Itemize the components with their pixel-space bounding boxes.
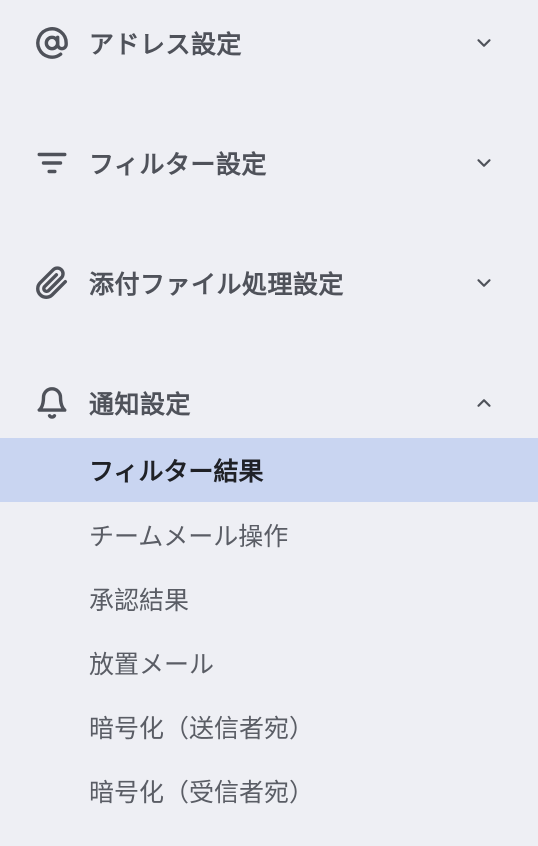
section-filter-settings[interactable]: フィルター設定 — [0, 133, 538, 193]
nav-item-filter-results[interactable]: フィルター結果 — [0, 438, 538, 502]
section-label: フィルター設定 — [89, 150, 268, 179]
nav-item-encryption-recipient[interactable]: 暗号化（受信者宛） — [0, 759, 538, 823]
bell-icon — [34, 385, 70, 421]
chevron-up-icon — [470, 389, 498, 417]
chevron-down-icon — [470, 269, 498, 297]
at-sign-icon — [34, 25, 70, 61]
nav-item-encryption-sender[interactable]: 暗号化（送信者宛） — [0, 695, 538, 759]
nav-item-approval-results[interactable]: 承認結果 — [0, 567, 538, 631]
section-label: 添付ファイル処理設定 — [89, 270, 345, 299]
paperclip-icon — [34, 265, 70, 301]
section-address-settings[interactable]: アドレス設定 — [0, 13, 538, 73]
nav-item-neglected-mail[interactable]: 放置メール — [0, 631, 538, 695]
chevron-down-icon — [470, 29, 498, 57]
section-label: 通知設定 — [89, 390, 192, 419]
filter-icon — [34, 145, 70, 181]
section-label: アドレス設定 — [89, 30, 243, 59]
section-notification-settings[interactable]: 通知設定 — [0, 373, 538, 433]
section-attachment-settings[interactable]: 添付ファイル処理設定 — [0, 253, 538, 313]
chevron-down-icon — [470, 149, 498, 177]
nav-item-team-mail-operations[interactable]: チームメール操作 — [0, 503, 538, 567]
